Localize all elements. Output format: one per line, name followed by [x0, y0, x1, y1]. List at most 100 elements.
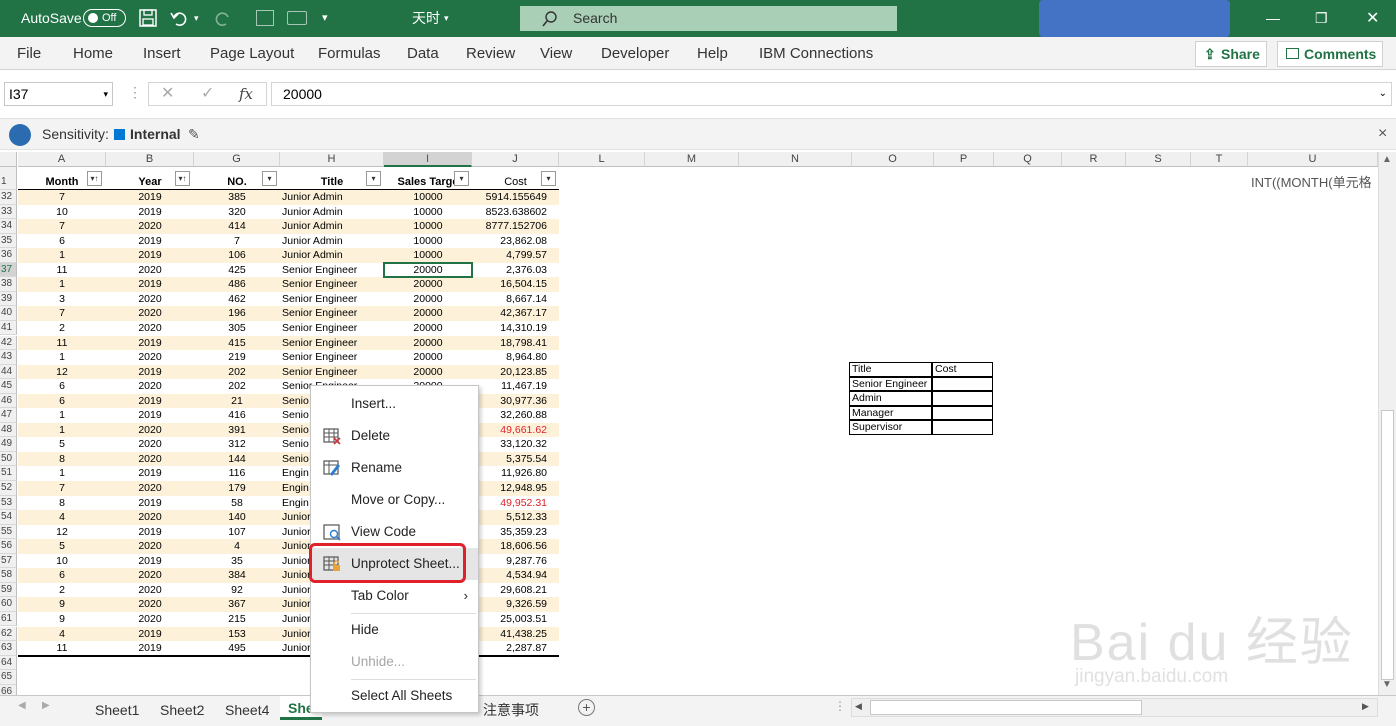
- cell[interactable]: Senior Engineer: [280, 321, 384, 336]
- row-header-60[interactable]: 60: [0, 597, 17, 612]
- cell[interactable]: 2020: [106, 612, 194, 627]
- cell[interactable]: 3: [18, 292, 106, 307]
- expand-formula-icon[interactable]: ⌄: [1379, 83, 1387, 105]
- cell[interactable]: 11,467.19: [472, 379, 559, 394]
- row-header-66[interactable]: 66: [0, 684, 17, 695]
- cell[interactable]: 4,534.94: [472, 568, 559, 583]
- formula-input[interactable]: 20000 ⌄: [271, 82, 1392, 106]
- cell[interactable]: Junior Admin: [280, 219, 384, 234]
- search-box[interactable]: Search: [520, 6, 897, 31]
- cell[interactable]: 2019: [106, 525, 194, 540]
- row-header-49[interactable]: 49: [0, 437, 17, 452]
- cell[interactable]: 179: [194, 481, 280, 496]
- summary-cell[interactable]: Supervisor: [849, 420, 932, 435]
- cell[interactable]: 6: [18, 568, 106, 583]
- cell[interactable]: [18, 670, 106, 685]
- column-header-p[interactable]: P: [934, 152, 994, 167]
- column-header-o[interactable]: O: [852, 152, 934, 167]
- cell[interactable]: 2020: [106, 583, 194, 598]
- cell[interactable]: 42,367.17: [472, 306, 559, 321]
- row-header-58[interactable]: 58: [0, 568, 17, 583]
- cell[interactable]: 2020: [106, 597, 194, 612]
- cell[interactable]: 2020: [106, 379, 194, 394]
- cell[interactable]: 21: [194, 394, 280, 409]
- cell[interactable]: 2020: [106, 219, 194, 234]
- cell[interactable]: 2020: [106, 452, 194, 467]
- cell[interactable]: 23,862.08: [472, 234, 559, 249]
- cell[interactable]: [106, 670, 194, 685]
- cell[interactable]: 2019: [106, 554, 194, 569]
- account-area[interactable]: [1039, 0, 1230, 37]
- row-header-48[interactable]: 48: [0, 422, 17, 438]
- column-header-n[interactable]: N: [739, 152, 852, 167]
- cell[interactable]: 305: [194, 321, 280, 336]
- row-header-44[interactable]: 44: [0, 364, 17, 380]
- column-header-a[interactable]: A: [18, 152, 106, 167]
- row-header-42[interactable]: 42: [0, 335, 17, 350]
- cell[interactable]: 219: [194, 350, 280, 365]
- cell[interactable]: 7: [18, 481, 106, 496]
- cell[interactable]: 8: [18, 496, 106, 511]
- cell[interactable]: 1: [18, 248, 106, 263]
- cell[interactable]: 495: [194, 641, 280, 656]
- horizontal-scrollbar[interactable]: ◀ ▶: [851, 698, 1378, 717]
- name-box-dropdown-icon[interactable]: ▾: [103, 83, 108, 105]
- cell[interactable]: 462: [194, 292, 280, 307]
- cell[interactable]: 6: [18, 234, 106, 249]
- cell[interactable]: 2019: [106, 466, 194, 481]
- row-header-39[interactable]: 39: [0, 291, 17, 307]
- column-header-g[interactable]: G: [194, 152, 280, 167]
- summary-cell[interactable]: Title: [849, 362, 932, 377]
- scroll-up-arrow[interactable]: ▲: [1382, 154, 1392, 165]
- cell[interactable]: 140: [194, 510, 280, 525]
- row-header-46[interactable]: 46: [0, 393, 17, 409]
- cell[interactable]: 1: [18, 408, 106, 423]
- sensitivity-value[interactable]: Internal: [130, 119, 181, 149]
- row-header-64[interactable]: 64: [0, 655, 17, 671]
- row-header-59[interactable]: 59: [0, 582, 17, 598]
- row-header-56[interactable]: 56: [0, 539, 17, 554]
- cell[interactable]: 20000: [384, 306, 472, 321]
- cell[interactable]: 416: [194, 408, 280, 423]
- cell[interactable]: 20000: [384, 321, 472, 336]
- cell[interactable]: 2020: [106, 321, 194, 336]
- cell[interactable]: 320: [194, 205, 280, 220]
- cell[interactable]: [106, 656, 194, 671]
- row-header-43[interactable]: 43: [0, 350, 17, 365]
- column-header-r[interactable]: R: [1062, 152, 1126, 167]
- cell[interactable]: 7: [194, 234, 280, 249]
- cell[interactable]: 10: [18, 205, 106, 220]
- menu-hide[interactable]: Hide: [311, 614, 478, 646]
- cell[interactable]: 2020: [106, 481, 194, 496]
- summary-cell[interactable]: Cost: [932, 362, 993, 377]
- cell[interactable]: [194, 670, 280, 685]
- cell[interactable]: 9,326.59: [472, 597, 559, 612]
- cell[interactable]: 58: [194, 496, 280, 511]
- row-header-65[interactable]: 65: [0, 670, 17, 685]
- cell[interactable]: 384: [194, 568, 280, 583]
- cell[interactable]: 16,504.15: [472, 277, 559, 292]
- cell[interactable]: 196: [194, 306, 280, 321]
- row-header-1[interactable]: 1: [0, 167, 17, 190]
- summary-cell[interactable]: [932, 405, 993, 421]
- menu-rename[interactable]: Rename: [311, 452, 478, 484]
- cell[interactable]: 5,512.33: [472, 510, 559, 525]
- tab-formulas[interactable]: Formulas: [318, 37, 381, 70]
- cell[interactable]: 107: [194, 525, 280, 540]
- cell[interactable]: 5: [18, 539, 106, 554]
- cell[interactable]: [472, 685, 559, 695]
- prev-sheet-arrow[interactable]: ◀: [18, 700, 26, 711]
- cell[interactable]: 7: [18, 306, 106, 321]
- cell[interactable]: 20,123.85: [472, 365, 559, 380]
- column-header-i[interactable]: I: [384, 152, 472, 167]
- cancel-icon[interactable]: ✕: [161, 83, 174, 105]
- cell[interactable]: 10000: [384, 190, 472, 205]
- scroll-left-arrow[interactable]: ◀: [855, 701, 862, 712]
- cell[interactable]: 2020: [106, 350, 194, 365]
- cell[interactable]: 8,667.14: [472, 292, 559, 307]
- cell[interactable]: 4: [18, 510, 106, 525]
- cell[interactable]: 2020: [106, 437, 194, 452]
- row-header-63[interactable]: 63: [0, 641, 17, 656]
- cell[interactable]: 106: [194, 248, 280, 263]
- cell[interactable]: 9: [18, 597, 106, 612]
